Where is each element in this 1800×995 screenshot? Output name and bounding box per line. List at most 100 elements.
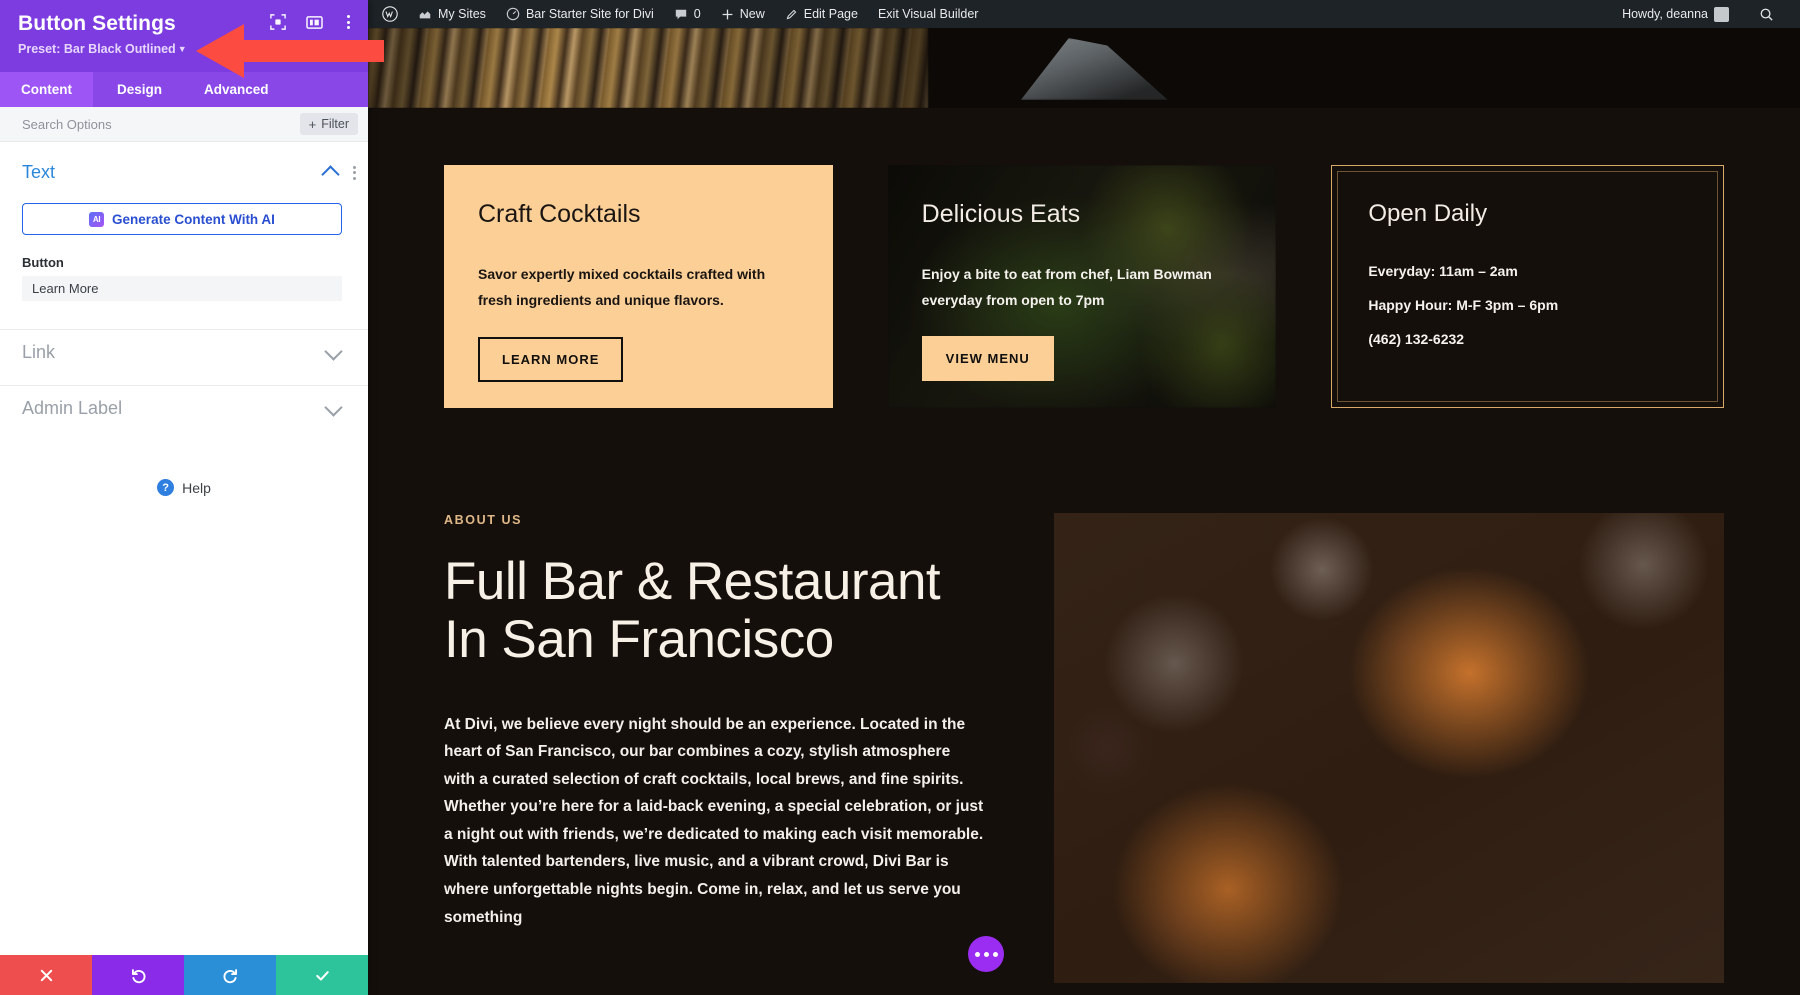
ai-icon: AI <box>89 211 105 227</box>
chevron-down-icon[interactable] <box>324 397 343 417</box>
save-button[interactable] <box>276 955 368 995</box>
hero-rock-shape <box>1020 38 1168 100</box>
redo-button[interactable] <box>184 955 276 995</box>
dashboard-icon <box>506 7 520 21</box>
fab-dot <box>974 951 980 957</box>
more-options-fab[interactable] <box>968 936 1004 972</box>
wordpress-icon <box>382 6 398 22</box>
target-focus-icon[interactable] <box>270 14 286 30</box>
plus-icon <box>722 9 733 19</box>
plus-icon: + <box>308 116 317 132</box>
close-icon <box>40 969 52 981</box>
card-heading: Craft Cocktails <box>478 200 641 228</box>
module-settings-panel: Button Settings Preset: Bar Black Outlin… <box>0 0 368 995</box>
button-field-label: Button <box>22 255 64 270</box>
undo-button[interactable] <box>92 955 184 995</box>
section-admin-label-label: Admin Label <box>22 398 123 418</box>
hero-fade <box>888 28 1028 108</box>
help-label: Help <box>182 479 211 496</box>
card-delicious-eats: Delicious Eats Enjoy a bite to eat from … <box>887 165 1277 408</box>
dot <box>347 15 350 18</box>
card-hours-list: Everyday: 11am – 2am Happy Hour: M-F 3pm… <box>1368 259 1689 353</box>
learn-more-button[interactable]: LEARN MORE <box>478 336 624 382</box>
page-content: Craft Cocktails Savor expertly mixed coc… <box>368 108 1800 995</box>
question-mark-icon: ? <box>157 479 175 496</box>
section-link-label: Link <box>22 342 56 362</box>
card-body: Savor expertly mixed cocktails crafted w… <box>478 266 766 308</box>
generate-content-with-ai-button[interactable]: AI Generate Content With AI <box>22 203 342 235</box>
cancel-button[interactable] <box>0 955 92 995</box>
dot <box>347 26 350 29</box>
card-phone-line: (462) 132-6232 <box>1368 330 1465 347</box>
admin-bar-comments-count: 0 <box>693 7 701 21</box>
fab-dot <box>992 951 998 957</box>
admin-bar-comments[interactable]: 0 <box>664 7 711 21</box>
admin-bar-new-label: New <box>739 7 765 21</box>
filter-button[interactable]: + Filter <box>299 113 358 135</box>
chevron-up-icon[interactable] <box>321 165 340 184</box>
about-paragraph: At Divi, we believe every night should b… <box>444 715 984 926</box>
about-section: ABOUT US Full Bar & Restaurant In San Fr… <box>368 408 1800 983</box>
dot <box>353 165 356 169</box>
preset-selector[interactable]: Preset: Bar Black Outlined ▼ <box>18 41 352 57</box>
admin-bar-new[interactable]: New <box>711 7 775 21</box>
comment-icon <box>675 9 686 19</box>
preset-label: Preset: Bar Black Outlined <box>18 42 176 56</box>
ai-button-label: Generate Content With AI <box>112 211 275 227</box>
panel-header-icons <box>270 13 354 31</box>
chevron-down-icon: ▼ <box>177 44 187 54</box>
chevron-down-icon[interactable] <box>324 341 343 361</box>
avatar <box>1714 6 1729 22</box>
dot <box>347 20 350 24</box>
card-hours-line: Everyday: 11am – 2am <box>1368 262 1518 279</box>
panel-body: Text AI Generate Content With AI Button … <box>0 142 368 955</box>
admin-bar-search[interactable] <box>1749 7 1784 22</box>
card-open-daily: Open Daily Everyday: 11am – 2am Happy Ho… <box>1331 165 1725 408</box>
admin-bar-site-name[interactable]: Bar Starter Site for Divi <box>496 7 664 21</box>
feature-cards-row: Craft Cocktails Savor expertly mixed coc… <box>368 108 1800 408</box>
vertical-dots-icon[interactable] <box>343 13 354 31</box>
hero-image-strip <box>368 28 1800 108</box>
admin-bar-edit-page[interactable]: Edit Page <box>775 7 868 21</box>
tab-design[interactable]: Design <box>93 72 186 107</box>
admin-bar-right: Howdy, deanna <box>1618 6 1788 22</box>
panel-footer-actions <box>0 955 368 995</box>
section-options-icon[interactable] <box>353 165 356 180</box>
section-admin-label[interactable]: Admin Label <box>0 386 368 431</box>
search-input[interactable] <box>22 116 300 132</box>
wordpress-admin-bar: My Sites Bar Starter Site for Divi 0 New… <box>368 0 1800 28</box>
button-text-input[interactable]: Learn More <box>22 276 342 301</box>
about-eyebrow: ABOUT US <box>444 513 523 527</box>
panel-layout-icon[interactable] <box>306 15 323 30</box>
admin-bar-exit-visual-builder[interactable]: Exit Visual Builder <box>868 7 989 21</box>
redo-icon <box>223 968 237 983</box>
panel-tabs: Content Design Advanced <box>0 72 368 107</box>
section-text[interactable]: Text <box>0 150 368 195</box>
admin-bar-my-sites[interactable]: My Sites <box>408 7 496 21</box>
hero-texture <box>368 28 928 108</box>
search-options-bar: + Filter <box>0 107 368 142</box>
card-body: Enjoy a bite to eat from chef, Liam Bowm… <box>921 266 1212 308</box>
view-menu-button[interactable]: VIEW MENU <box>921 335 1054 381</box>
admin-bar-my-sites-label: My Sites <box>438 7 486 21</box>
tab-content[interactable]: Content <box>0 72 93 107</box>
admin-bar-exit-label: Exit Visual Builder <box>877 7 979 21</box>
tab-advanced[interactable]: Advanced <box>186 72 287 107</box>
about-heading-line-1: Full Bar & Restaurant <box>444 552 941 611</box>
admin-bar-greeting[interactable]: Howdy, deanna <box>1618 6 1739 22</box>
pencil-icon <box>786 9 797 19</box>
check-icon <box>315 970 329 981</box>
help-link[interactable]: ? Help <box>0 479 368 496</box>
search-icon <box>1760 8 1773 21</box>
undo-icon <box>131 968 145 983</box>
section-link[interactable]: Link <box>0 330 368 375</box>
wordpress-logo-icon[interactable] <box>378 6 408 22</box>
fab-dot <box>983 951 989 957</box>
card-hours-line: Happy Hour: M-F 3pm – 6pm <box>1368 296 1559 313</box>
card-heading: Open Daily <box>1368 200 1488 227</box>
card-heading: Delicious Eats <box>921 200 1081 228</box>
dot <box>353 171 356 174</box>
about-text-column: ABOUT US Full Bar & Restaurant In San Fr… <box>444 513 984 983</box>
section-text-label: Text <box>22 162 56 182</box>
admin-bar-edit-page-label: Edit Page <box>803 7 858 21</box>
